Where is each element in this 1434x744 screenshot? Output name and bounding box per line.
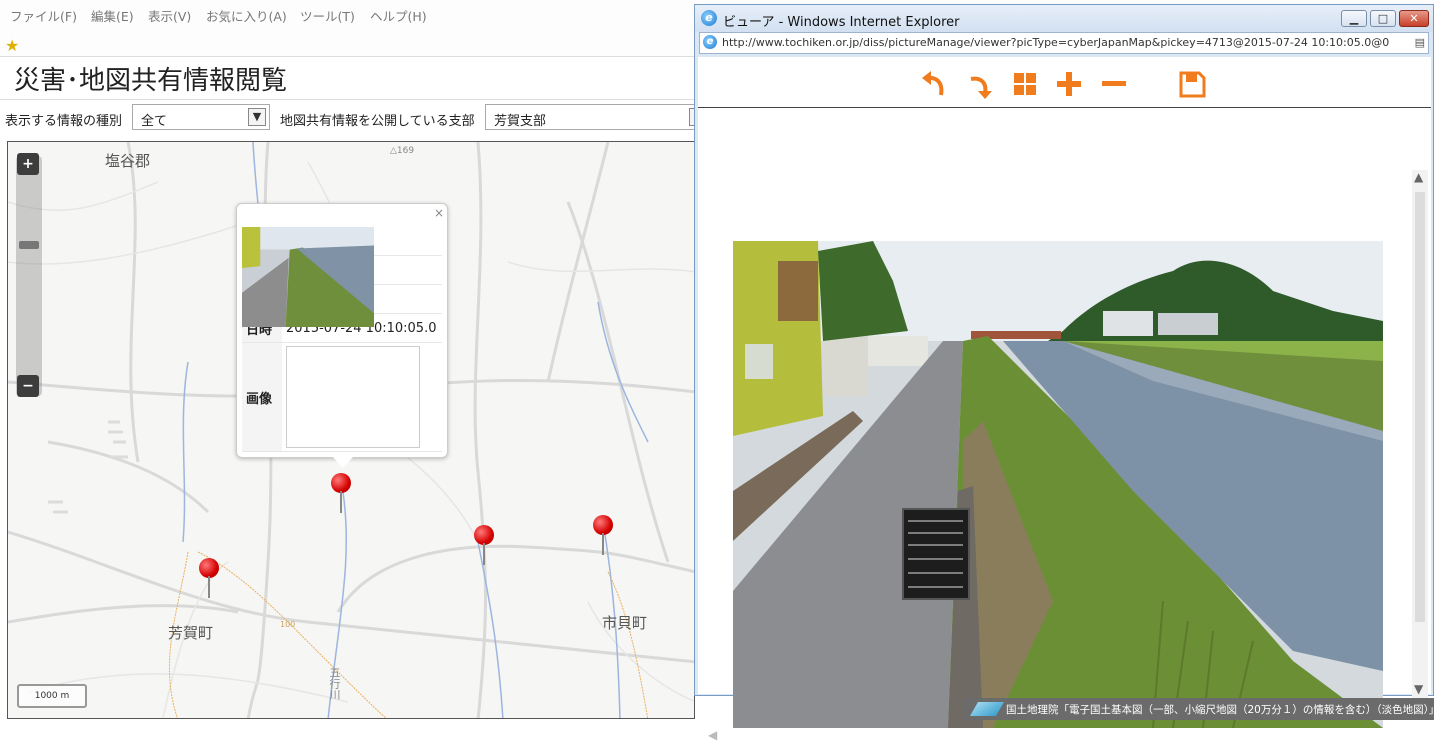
- info-image-cell: [242, 227, 442, 452]
- info-table: 件名 水防伝達訓練 場所 芳賀町芳志戸 内容 現在異常なし 日時 2015-07…: [242, 227, 442, 452]
- viewer-window: e ビューア - Windows Internet Explorer ▁ □ ✕…: [694, 4, 1434, 742]
- favorites-star-icon[interactable]: ★: [5, 36, 19, 55]
- page-icon[interactable]: ▤: [1415, 36, 1425, 49]
- save-icon[interactable]: [1177, 69, 1207, 99]
- menu-file[interactable]: ファイル(F): [10, 6, 77, 25]
- window-title: ビューア - Windows Internet Explorer: [723, 15, 960, 30]
- minimize-button[interactable]: ▁: [1341, 10, 1367, 27]
- viewer-content: ▲ ▼ ◀: [698, 57, 1431, 742]
- ie-page-icon: e: [703, 35, 717, 49]
- scroll-down-icon[interactable]: ▼: [1414, 682, 1423, 696]
- map-label-river: 五行川: [328, 667, 341, 700]
- table-row: 画像: [242, 227, 442, 452]
- info-key: 画像: [242, 342, 282, 452]
- filter-branch-value: 芳賀支部: [494, 114, 547, 129]
- attribution-text: 国土地理院「電子国土基本図（一部、小縮尺地図（20万分１）の情報を含む）（淡色地…: [1006, 704, 1434, 716]
- map-label-ichikai: 市貝町: [602, 614, 648, 632]
- menu-edit[interactable]: 編集(E): [91, 6, 134, 25]
- zoom-out-icon[interactable]: [1099, 69, 1129, 99]
- menu-view[interactable]: 表示(V): [148, 6, 191, 25]
- image-viewer[interactable]: ▲ ▼ ◀: [698, 108, 1431, 742]
- maximize-button[interactable]: □: [1370, 10, 1396, 27]
- map-pin[interactable]: [592, 515, 614, 555]
- map-pin[interactable]: [198, 558, 220, 598]
- close-button[interactable]: ✕: [1399, 10, 1429, 27]
- chevron-down-icon[interactable]: ▼: [248, 108, 266, 126]
- vertical-scrollbar[interactable]: ▲ ▼: [1412, 170, 1428, 700]
- zoom-slider-handle[interactable]: [19, 241, 39, 249]
- zoom-slider-track[interactable]: [16, 156, 42, 396]
- scale-bar: 1000 m: [17, 684, 87, 708]
- map-pin[interactable]: [330, 473, 352, 513]
- rotate-left-icon[interactable]: [919, 69, 949, 99]
- window-titlebar[interactable]: e ビューア - Windows Internet Explorer ▁ □ ✕: [695, 5, 1433, 32]
- menu-favorites[interactable]: お気に入り(A): [206, 6, 287, 25]
- map-label-road-number: 100: [280, 620, 296, 629]
- rotate-right-icon[interactable]: [963, 69, 993, 99]
- map-label-shioya: 塩谷郡: [105, 152, 151, 170]
- filter-type-value: 全て: [141, 114, 168, 129]
- map-label-elevation: △169: [390, 146, 415, 156]
- map-label-haga: 芳賀町: [168, 624, 214, 642]
- page-title: 災害･地図共有情報閲覧: [14, 66, 288, 96]
- ie-logo-icon: e: [701, 10, 717, 26]
- viewer-toolbar: [698, 57, 1431, 108]
- horizontal-scrollbar[interactable]: ◀: [708, 728, 1408, 744]
- map-pin[interactable]: [473, 525, 495, 565]
- zoom-in-button[interactable]: +: [17, 153, 39, 175]
- popup-tip: [333, 457, 353, 468]
- filter-branch-label: 地図共有情報を公開している支部: [280, 114, 475, 129]
- address-bar[interactable]: e http://www.tochiken.or.jp/diss/picture…: [699, 32, 1429, 54]
- zoom-out-button[interactable]: −: [17, 375, 39, 397]
- grid-icon[interactable]: [1011, 69, 1041, 99]
- address-url[interactable]: http://www.tochiken.or.jp/diss/pictureMa…: [722, 36, 1389, 49]
- info-popup: × 件名 水防伝達訓練 場所 芳賀町芳志戸 内容 現在異常なし 日時 2015-…: [236, 203, 448, 468]
- gsi-logo-icon: [969, 702, 1005, 716]
- menu-help[interactable]: ヘルプ(H): [370, 6, 427, 25]
- filter-branch-select[interactable]: 芳賀支部 ▼: [485, 104, 707, 130]
- scroll-up-icon[interactable]: ▲: [1414, 170, 1423, 184]
- filter-type-label: 表示する情報の種別: [5, 114, 123, 129]
- photo-thumbnail[interactable]: [242, 227, 420, 448]
- close-icon[interactable]: ×: [434, 206, 444, 220]
- zoom-in-icon[interactable]: [1054, 69, 1084, 99]
- map[interactable]: 塩谷郡 △169 芳賀町 市貝町 五行川 100 + − 1000 m × 件名…: [7, 141, 695, 719]
- map-attribution: 国土地理院「電子国土基本図（一部、小縮尺地図（20万分１）の情報を含む）（淡色地…: [964, 698, 1434, 720]
- scrollbar-thumb[interactable]: [1415, 192, 1425, 622]
- menu-tools[interactable]: ツール(T): [300, 6, 355, 25]
- scroll-left-icon[interactable]: ◀: [708, 728, 717, 742]
- filter-type-select[interactable]: 全て ▼: [132, 104, 270, 130]
- river-photo[interactable]: [733, 241, 1383, 728]
